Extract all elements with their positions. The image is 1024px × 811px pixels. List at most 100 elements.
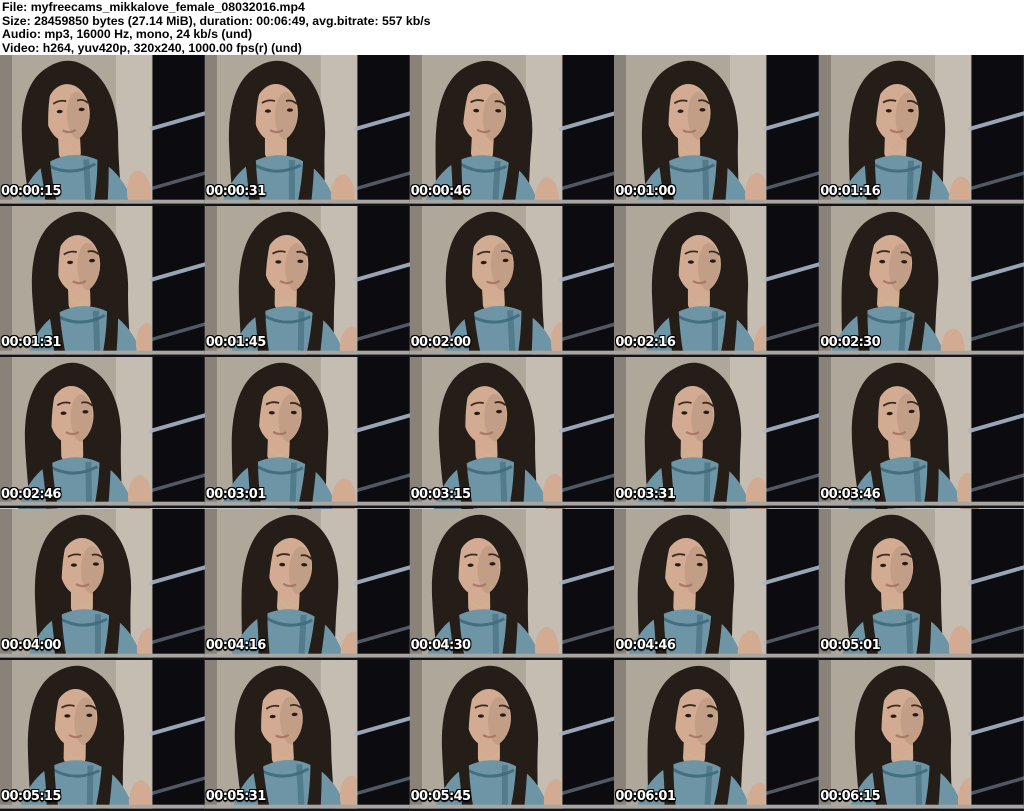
video-thumbnail: 00:03:31: [614, 357, 820, 509]
wardrobe-dark-panel: [151, 206, 205, 358]
wardrobe-dark-panel: [766, 357, 820, 509]
timestamp-label: 00:03:46: [820, 486, 881, 502]
timestamp-label: 00:01:00: [615, 184, 676, 200]
eye-right: [286, 108, 293, 112]
timestamp-label: 00:02:30: [820, 335, 881, 351]
eye-right: [499, 713, 506, 717]
wardrobe-dark-panel: [971, 357, 1024, 509]
timestamp-label: 00:03:31: [615, 486, 676, 502]
video-thumbnail: 00:04:16: [204, 508, 410, 660]
wardrobe-dark-panel: [151, 659, 205, 811]
wardrobe-dark-panel: [151, 357, 205, 509]
wardrobe-dark-panel: [971, 508, 1024, 660]
video-thumbnail: 00:00:46: [409, 55, 615, 207]
desk-strip: [409, 804, 615, 809]
video-thumbnail: 00:03:46: [819, 357, 1024, 509]
desk-strip: [0, 804, 205, 809]
shirt-trim-band: [501, 764, 508, 811]
timestamp-label: 00:01:16: [820, 184, 881, 200]
desk-strip: [0, 502, 205, 507]
timestamp-label: 00:00:46: [410, 184, 471, 200]
timestamp-label: 00:02:46: [1, 486, 61, 502]
eye-right: [92, 561, 99, 566]
header-line-file: File: myfreecams_mikkalove_female_080320…: [2, 0, 305, 14]
desk-strip: [0, 350, 205, 355]
wardrobe-dark-panel: [766, 206, 820, 358]
wardrobe-dark-panel: [356, 55, 410, 207]
wardrobe-dark-panel: [356, 508, 410, 660]
wardrobe-dark-panel: [561, 659, 615, 811]
video-thumbnail: 00:06:15: [819, 659, 1024, 811]
wardrobe-dark-panel: [561, 357, 615, 509]
desk-strip: [0, 199, 205, 204]
desk-strip: [0, 653, 205, 658]
video-thumbnail: 00:01:31: [0, 206, 205, 358]
timestamp-label: 00:00:15: [1, 184, 61, 200]
wardrobe-dark-panel: [151, 55, 205, 207]
desk-strip: [819, 653, 1024, 658]
video-thumbnail: 00:03:15: [409, 357, 615, 509]
video-thumbnail: 00:05:31: [204, 659, 410, 811]
timestamp-label: 00:02:00: [410, 335, 471, 351]
desk-strip: [614, 502, 820, 507]
desk-strip: [204, 199, 410, 204]
timestamp-label: 00:03:01: [205, 486, 266, 502]
metadata-header: File: myfreecams_mikkalove_female_080320…: [0, 0, 1024, 55]
timestamp-label: 00:05:45: [410, 788, 471, 804]
desk-strip: [204, 350, 410, 355]
wardrobe-dark-panel: [766, 508, 820, 660]
shirt-trim-band: [491, 613, 499, 660]
wardrobe-dark-panel: [356, 357, 410, 509]
eye-left: [70, 562, 77, 567]
eye-left: [477, 714, 484, 718]
timestamp-label: 00:01:45: [205, 335, 266, 351]
wardrobe-dark-panel: [151, 508, 205, 660]
desk-strip: [204, 804, 410, 809]
timestamp-label: 00:02:16: [615, 335, 676, 351]
video-thumbnail: 00:05:15: [0, 659, 205, 811]
video-thumbnail: 00:02:16: [614, 206, 820, 358]
desk-strip: [819, 350, 1024, 355]
timestamp-label: 00:06:01: [615, 788, 676, 804]
eye-left: [264, 109, 271, 113]
desk-strip: [819, 502, 1024, 507]
shirt-trim-band: [297, 311, 305, 358]
desk-strip: [614, 653, 820, 658]
video-thumbnail: 00:00:15: [0, 55, 205, 207]
timestamp-label: 00:05:15: [1, 788, 61, 804]
desk-strip: [204, 502, 410, 507]
timestamp-label: 00:04:16: [205, 637, 266, 653]
shirt-trim-band: [702, 159, 710, 206]
video-thumbnail: 00:00:31: [204, 55, 410, 207]
video-thumbnail: 00:04:30: [409, 508, 615, 660]
desk-strip: [204, 653, 410, 658]
timestamp-label: 00:04:00: [1, 637, 61, 653]
desk-strip: [409, 653, 615, 658]
header-line-size: Size: 28459850 bytes (27.14 MiB), durati…: [2, 13, 431, 28]
desk-strip: [409, 502, 615, 507]
desk-strip: [614, 199, 820, 204]
header-line-audio: Audio: mp3, 16000 Hz, mono, 24 kb/s (und…: [2, 27, 253, 42]
wardrobe-dark-panel: [561, 55, 615, 207]
video-thumbnail: 00:02:00: [409, 206, 615, 358]
shirt-trim-band: [86, 765, 94, 811]
timestamp-label: 00:04:46: [615, 637, 676, 653]
timestamp-label: 00:06:15: [820, 788, 881, 804]
wardrobe-dark-panel: [561, 508, 615, 660]
timestamp-label: 00:03:15: [410, 486, 471, 502]
video-thumbnail: 00:02:30: [819, 206, 1024, 358]
desk-strip: [409, 350, 615, 355]
timestamp-label: 00:05:01: [820, 637, 881, 653]
video-thumbnail: 00:02:46: [0, 357, 205, 509]
contact-sheet: File: myfreecams_mikkalove_female_080320…: [0, 0, 1024, 811]
desk-strip: [409, 199, 615, 204]
eye-left: [688, 260, 695, 264]
video-thumbnail: 00:04:00: [0, 508, 205, 660]
wardrobe-dark-panel: [356, 206, 410, 358]
wardrobe-dark-panel: [971, 55, 1024, 207]
wardrobe-dark-panel: [971, 659, 1024, 811]
shirt-trim-band: [915, 764, 923, 811]
desk-strip: [614, 350, 820, 355]
shirt-trim-band: [94, 613, 101, 660]
desk-strip: [614, 804, 820, 809]
